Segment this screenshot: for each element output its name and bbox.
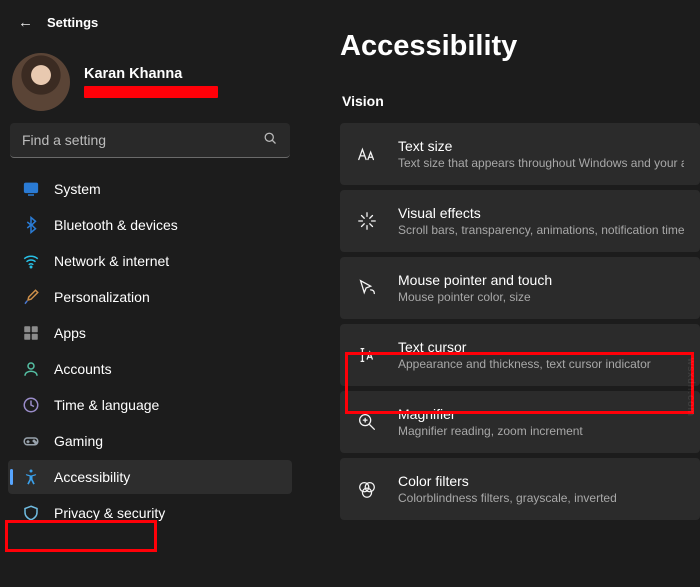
text-cursor-icon — [354, 344, 380, 366]
card-title: Text size — [398, 138, 684, 154]
profile-name: Karan Khanna — [84, 66, 218, 82]
back-button[interactable]: ← — [18, 14, 33, 31]
person-icon — [22, 360, 40, 378]
card-desc: Appearance and thickness, text cursor in… — [398, 357, 651, 371]
card-desc: Mouse pointer color, size — [398, 290, 552, 304]
sidebar-item-personalization[interactable]: Personalization — [8, 280, 292, 314]
search-icon — [263, 131, 278, 149]
shield-icon — [22, 504, 40, 522]
sidebar-item-system[interactable]: System — [8, 172, 292, 206]
sidebar-item-apps[interactable]: Apps — [8, 316, 292, 350]
sidebar-item-label: Personalization — [54, 289, 150, 305]
sidebar-item-accounts[interactable]: Accounts — [8, 352, 292, 386]
display-icon — [22, 180, 40, 198]
sidebar-item-accessibility[interactable]: Accessibility — [8, 460, 292, 494]
sidebar-item-gaming[interactable]: Gaming — [8, 424, 292, 458]
section-label-vision: Vision — [342, 93, 700, 109]
sidebar-item-label: Gaming — [54, 433, 103, 449]
sidebar-item-label: Privacy & security — [54, 505, 165, 521]
card-mouse-pointer[interactable]: Mouse pointer and touch Mouse pointer co… — [340, 257, 700, 319]
wifi-icon — [22, 252, 40, 270]
sidebar-item-privacy[interactable]: Privacy & security — [8, 496, 292, 530]
accessibility-icon — [22, 468, 40, 486]
sidebar-item-bluetooth[interactable]: Bluetooth & devices — [8, 208, 292, 242]
search-box[interactable] — [10, 123, 290, 158]
gamepad-icon — [22, 432, 40, 450]
sidebar-item-network[interactable]: Network & internet — [8, 244, 292, 278]
sidebar-item-label: Network & internet — [54, 253, 169, 269]
card-title: Color filters — [398, 473, 617, 489]
sidebar-item-label: Apps — [54, 325, 86, 341]
card-desc: Text size that appears throughout Window… — [398, 156, 684, 170]
watermark: wsxdn.com — [685, 358, 696, 417]
card-text-size[interactable]: Text size Text size that appears through… — [340, 123, 700, 185]
paintbrush-icon — [22, 288, 40, 306]
redacted-email — [84, 86, 218, 98]
card-color-filters[interactable]: Color filters Colorblindness filters, gr… — [340, 458, 700, 520]
clock-globe-icon — [22, 396, 40, 414]
card-desc: Scroll bars, transparency, animations, n… — [398, 223, 684, 237]
sidebar-item-label: System — [54, 181, 101, 197]
color-filters-icon — [354, 478, 380, 500]
card-title: Text cursor — [398, 339, 651, 355]
card-magnifier[interactable]: Magnifier Magnifier reading, zoom increm… — [340, 391, 700, 453]
user-profile[interactable]: Karan Khanna — [4, 41, 296, 123]
card-visual-effects[interactable]: Visual effects Scroll bars, transparency… — [340, 190, 700, 252]
apps-icon — [22, 324, 40, 342]
card-title: Magnifier — [398, 406, 583, 422]
window-title: Settings — [47, 15, 98, 30]
sparkle-icon — [354, 210, 380, 232]
bluetooth-icon — [22, 216, 40, 234]
sidebar-item-label: Time & language — [54, 397, 159, 413]
card-title: Visual effects — [398, 205, 684, 221]
page-title: Accessibility — [340, 30, 700, 63]
avatar — [12, 53, 70, 111]
sidebar-item-label: Accounts — [54, 361, 112, 377]
card-desc: Magnifier reading, zoom increment — [398, 424, 583, 438]
mouse-pointer-icon — [354, 277, 380, 299]
search-input[interactable] — [22, 132, 263, 148]
card-title: Mouse pointer and touch — [398, 272, 552, 288]
sidebar-item-label: Bluetooth & devices — [54, 217, 178, 233]
text-size-icon — [354, 143, 380, 165]
card-desc: Colorblindness filters, grayscale, inver… — [398, 491, 617, 505]
sidebar-item-time[interactable]: Time & language — [8, 388, 292, 422]
sidebar-item-label: Accessibility — [54, 469, 130, 485]
magnifier-icon — [354, 411, 380, 433]
card-text-cursor[interactable]: Text cursor Appearance and thickness, te… — [340, 324, 700, 386]
